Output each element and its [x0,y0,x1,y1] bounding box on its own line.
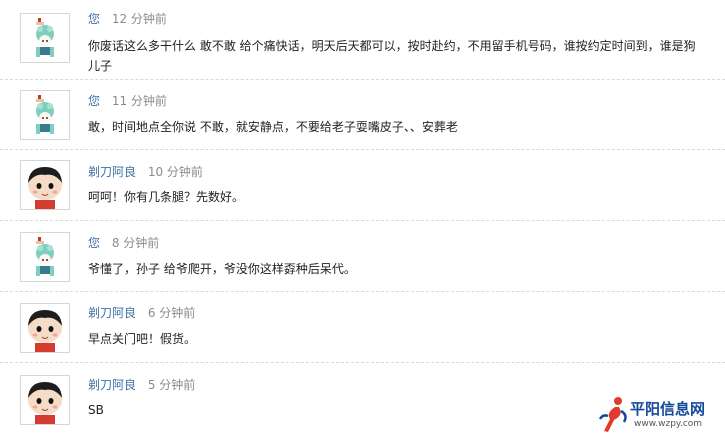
comment-time: 5 分钟前 [147,378,196,392]
avatar[interactable] [20,160,70,210]
comment-item: 剃刀阿良 6 分钟前 早点关门吧！假货。 [0,292,725,363]
cartoon-boy-avatar-icon [21,161,69,209]
site-title: 平阳信息网 [630,400,706,418]
comment-text: 早点关门吧！假货。 [88,332,197,346]
avatar[interactable] [20,90,70,140]
comment-item: 您 11 分钟前 敢，时间地点全你说 不敢，就安静点，不要给老子耍嘴皮子、、安葬… [0,80,725,150]
comment-item: 您 8 分钟前 爷懂了，孙子 给爷爬开，爷没你这样孬种后呆代。 [0,221,725,292]
comment-meta: 您 11 分钟前 [88,94,167,108]
avatar[interactable] [20,13,70,63]
cartoon-boy-avatar-icon [21,376,69,424]
comment-author[interactable]: 您 [88,12,100,26]
comment-item: 剃刀阿良 10 分钟前 呵呵！你有几条腿？先数好。 [0,150,725,221]
comment-text: 敢，时间地点全你说 不敢，就安静点，不要给老子耍嘴皮子、、安葬老 [88,120,458,134]
avatar[interactable] [20,303,70,353]
comment-author[interactable]: 剃刀阿良 [88,165,136,179]
comment-time: 10 分钟前 [147,165,203,179]
comment-author[interactable]: 您 [88,236,100,250]
comment-meta: 剃刀阿良 6 分钟前 [88,306,195,320]
comment-time: 8 分钟前 [111,236,160,250]
avatar[interactable] [20,375,70,425]
comment-text: 呵呵！你有几条腿？先数好。 [88,190,245,204]
comment-time: 11 分钟前 [111,94,167,108]
site-logo-icon [598,397,627,432]
comment-meta: 剃刀阿良 5 分钟前 [88,378,195,392]
comment-time: 6 分钟前 [147,306,196,320]
comment-author[interactable]: 剃刀阿良 [88,306,136,320]
comment-author[interactable]: 您 [88,94,100,108]
site-watermark-logo: 平阳信息网 www.wzpy.com [597,393,723,435]
comment-item: 您 12 分钟前 你废话这么多干什么 敢不敢 给个痛快话，明天后天都可以，按时赴… [0,0,725,80]
opera-mask-avatar-icon [36,18,54,57]
avatar[interactable] [20,232,70,282]
comment-text: 爷懂了，孙子 给爷爬开，爷没你这样孬种后呆代。 [88,262,356,276]
comment-time: 12 分钟前 [111,12,167,26]
opera-mask-avatar-icon [36,237,54,276]
cartoon-boy-avatar-icon [21,304,69,352]
comment-meta: 剃刀阿良 10 分钟前 [88,165,203,179]
comment-meta: 您 8 分钟前 [88,236,159,250]
comment-meta: 您 12 分钟前 [88,12,167,26]
comment-text: 你废话这么多干什么 敢不敢 给个痛快话，明天后天都可以，按时赴约，不用留手机号码… [88,39,696,73]
comment-author[interactable]: 剃刀阿良 [88,378,136,392]
site-url: www.wzpy.com [634,419,703,429]
opera-mask-avatar-icon [36,95,54,134]
